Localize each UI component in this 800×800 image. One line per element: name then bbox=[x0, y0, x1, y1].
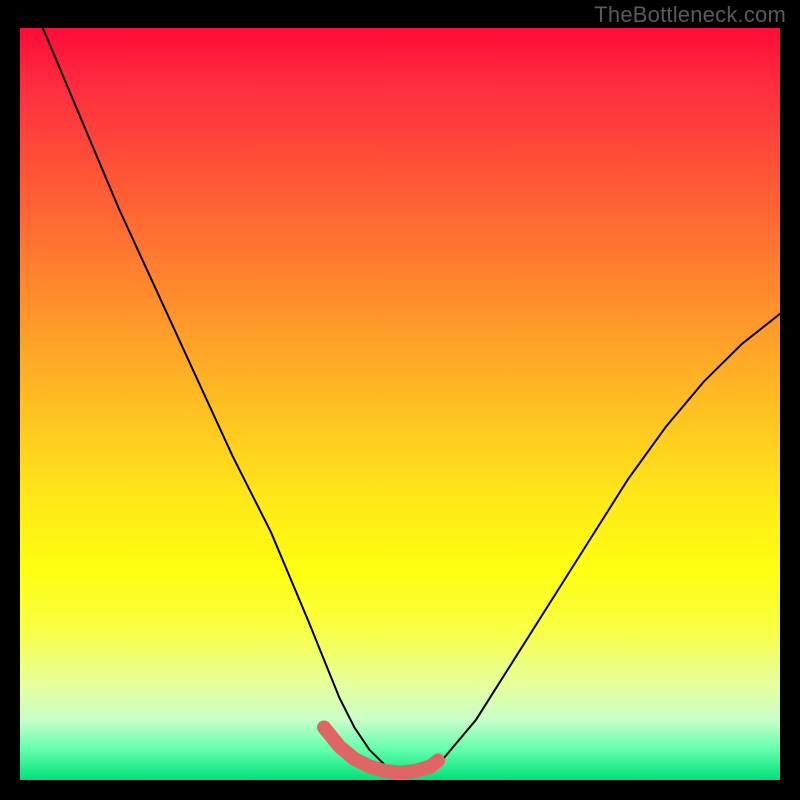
bottleneck-curve bbox=[43, 28, 780, 775]
chart-svg bbox=[20, 28, 780, 780]
watermark-text: TheBottleneck.com bbox=[594, 2, 786, 28]
chart-container: TheBottleneck.com bbox=[0, 0, 800, 800]
plot-area bbox=[20, 28, 780, 780]
optimal-band bbox=[324, 727, 438, 772]
